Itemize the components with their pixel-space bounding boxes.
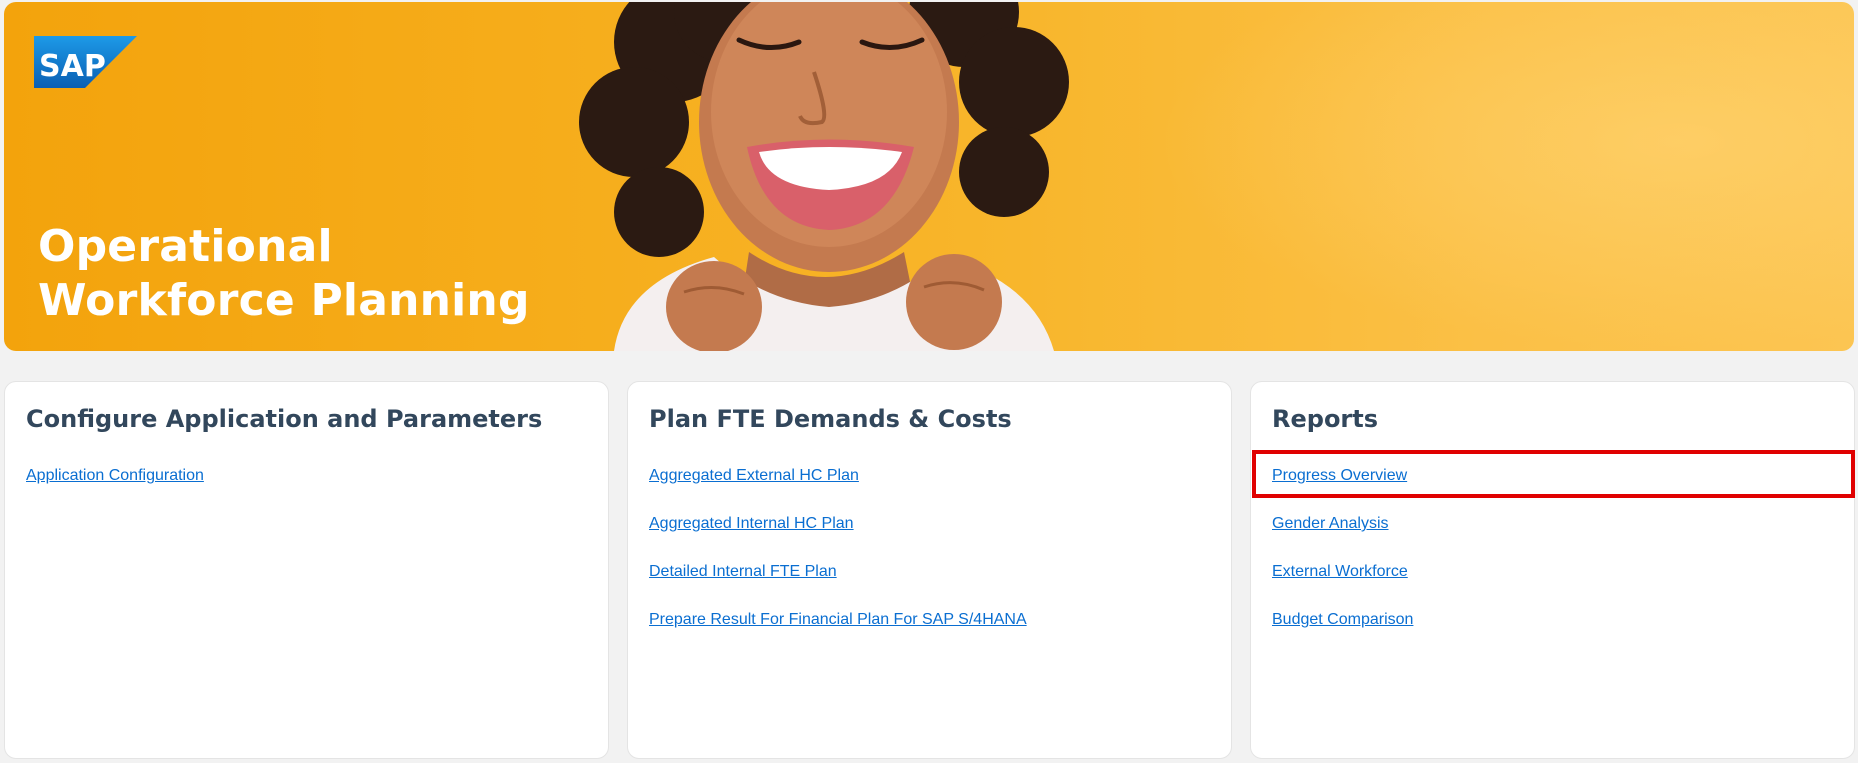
hero-image [579,2,1069,351]
hero-banner: SAP Operational Workforce Planning [4,2,1854,351]
list-item: Aggregated External HC Plan [649,466,1027,514]
link-external-workforce[interactable]: External Workforce [1272,563,1408,580]
link-prepare-result-financial-plan[interactable]: Prepare Result For Financial Plan For SA… [649,611,1027,628]
list-item: Gender Analysis [1272,514,1413,562]
list-item: Aggregated Internal HC Plan [649,514,1027,562]
list-item: External Workforce [1272,562,1413,610]
card-configure: Configure Application and Parameters App… [4,381,609,759]
link-list: Aggregated External HC Plan Aggregated I… [649,466,1027,658]
list-item: Application Configuration [26,466,204,514]
link-gender-analysis[interactable]: Gender Analysis [1272,515,1389,532]
card-title: Reports [1272,405,1379,433]
link-application-configuration[interactable]: Application Configuration [26,467,204,484]
list-item: Detailed Internal FTE Plan [649,562,1027,610]
list-item: Prepare Result For Financial Plan For SA… [649,610,1027,658]
list-item: Progress Overview [1272,466,1413,514]
sap-logo: SAP [34,36,137,88]
page-title: Operational Workforce Planning [38,220,530,328]
link-aggregated-internal-hc-plan[interactable]: Aggregated Internal HC Plan [649,515,854,532]
link-list: Application Configuration [26,466,204,514]
sap-logo-text: SAP [39,49,106,84]
link-list: Progress Overview Gender Analysis Extern… [1272,466,1413,658]
link-budget-comparison[interactable]: Budget Comparison [1272,611,1413,628]
card-plan-fte: Plan FTE Demands & Costs Aggregated Exte… [627,381,1232,759]
card-title: Plan FTE Demands & Costs [649,405,1012,433]
card-reports: Reports Progress Overview Gender Analysi… [1250,381,1855,759]
list-item: Budget Comparison [1272,610,1413,658]
page-title-line2: Workforce Planning [38,275,530,326]
link-detailed-internal-fte-plan[interactable]: Detailed Internal FTE Plan [649,563,837,580]
link-aggregated-external-hc-plan[interactable]: Aggregated External HC Plan [649,467,859,484]
link-progress-overview[interactable]: Progress Overview [1272,467,1407,484]
card-title: Configure Application and Parameters [26,405,543,433]
page-title-line1: Operational [38,221,333,272]
page: SAP Operational Workforce Planning Confi… [0,0,1858,763]
